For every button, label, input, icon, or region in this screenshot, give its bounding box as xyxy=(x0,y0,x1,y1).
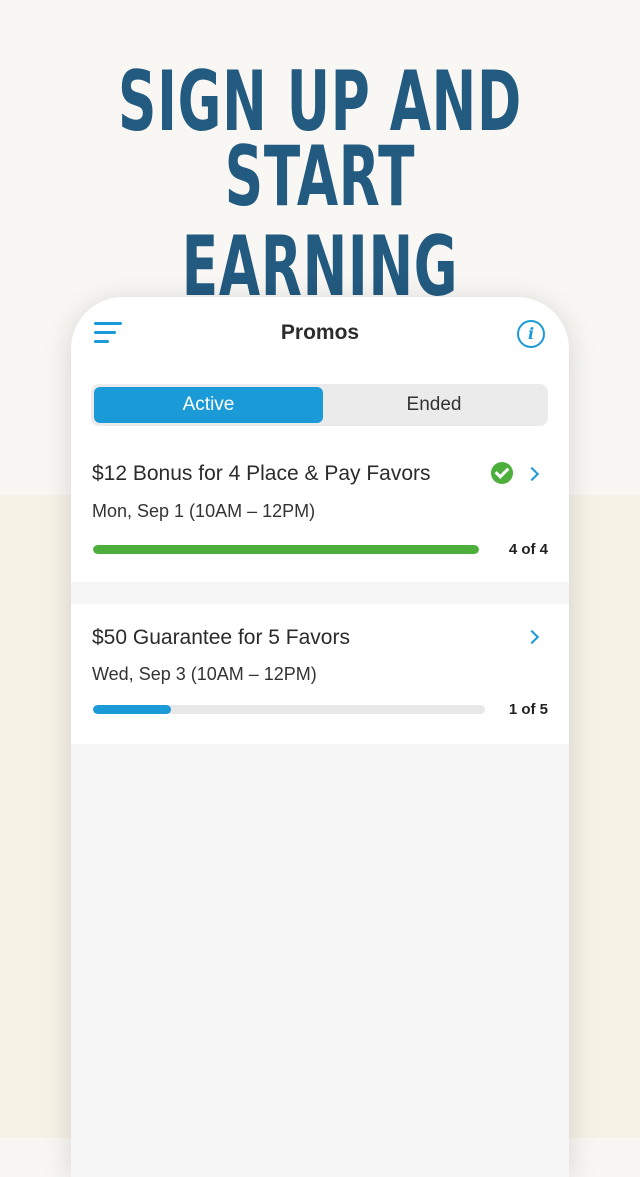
headline: SIGN UP AND START EARNING xyxy=(0,57,640,311)
chevron-right-icon[interactable] xyxy=(524,629,540,645)
chevron-right-icon[interactable] xyxy=(524,466,540,482)
promo-title: $12 Bonus for 4 Place & Pay Favors xyxy=(92,462,431,485)
promo-status-toggle: Active Ended xyxy=(91,384,548,426)
progress-fill xyxy=(93,545,479,554)
info-icon[interactable]: i xyxy=(517,320,545,348)
tab-active[interactable]: Active xyxy=(94,387,323,423)
promo-date: Mon, Sep 1 (10AM – 12PM) xyxy=(92,501,316,521)
promo-date: Wed, Sep 3 (10AM – 12PM) xyxy=(92,664,317,684)
tab-ended[interactable]: Ended xyxy=(323,387,545,423)
promo-card[interactable]: $50 Guarantee for 5 Favors Wed, Sep 3 (1… xyxy=(71,604,569,744)
check-circle-icon xyxy=(491,462,513,484)
progress-bar xyxy=(93,545,479,554)
progress-count: 4 of 4 xyxy=(508,541,548,558)
promo-title: $50 Guarantee for 5 Favors xyxy=(92,626,350,649)
progress-bar xyxy=(93,705,485,714)
progress-fill xyxy=(93,705,172,714)
app-header: Promos i Active Ended xyxy=(71,297,569,445)
progress-count: 1 of 5 xyxy=(508,701,548,718)
headline-line-2: START EARNING xyxy=(181,129,459,315)
page-title: Promos xyxy=(280,321,360,344)
promo-card[interactable]: $12 Bonus for 4 Place & Pay Favors Mon, … xyxy=(71,445,569,582)
phone-frame: Promos i Active Ended $12 Bonus for 4 Pl… xyxy=(71,297,569,1177)
